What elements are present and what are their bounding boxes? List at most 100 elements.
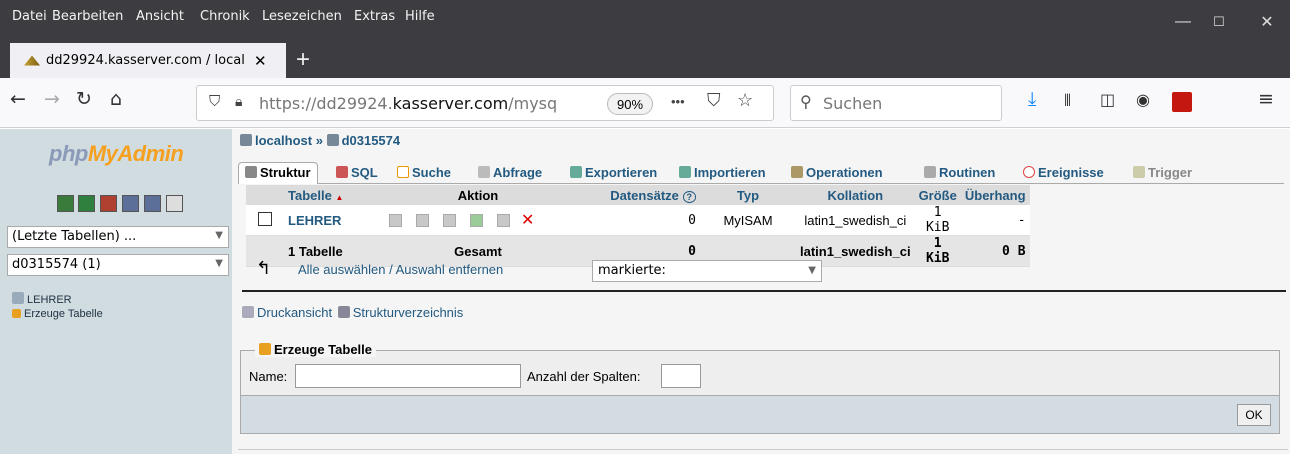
phpmyadmin-logo[interactable]: phpMyAdmin [49,141,184,167]
forward-icon[interactable]: → [44,88,60,110]
help-icon[interactable]: ? [682,190,696,203]
reload-nav-icon[interactable] [166,195,183,212]
lock-icon[interactable]: 🔒︎ [235,93,242,110]
page-links: Druckansicht Strukturverzeichnis [242,305,463,320]
header-aktion: Aktion [378,185,578,205]
tab-abfrage[interactable]: Abfrage [471,162,549,184]
tab-trigger[interactable]: Trigger [1126,162,1199,184]
pma-main-panel: localhost » d0315574 Struktur SQL Suche … [232,129,1290,454]
close-window-button[interactable]: ✕ [1244,0,1290,43]
table-name-field[interactable] [295,364,521,388]
sql-icon [336,166,348,178]
server-icon [240,134,252,146]
columns-count-field[interactable] [661,364,701,388]
close-tab-icon[interactable]: ✕ [254,52,267,70]
account-icon[interactable]: ◉ [1136,90,1150,109]
home-icon[interactable] [57,195,74,212]
breadcrumb-database[interactable]: d0315574 [342,133,401,148]
menu-hilfe[interactable]: Hilfe [405,9,435,24]
tab-suche[interactable]: Suche [390,162,458,184]
search-icon [397,166,409,178]
tree-item-lehrer[interactable]: LEHRER [12,292,72,306]
page-actions-icon[interactable]: ••• [671,94,685,109]
sql-query-icon[interactable] [100,195,117,212]
database-icon [326,134,339,146]
deselect-all-link[interactable]: Auswahl entfernen [396,262,504,277]
search-icon: ⚲ [800,94,812,111]
menu-chronik[interactable]: Chronik [200,9,250,24]
header-ueberhang[interactable]: Überhang [960,185,1030,205]
row-records: 0 [578,205,700,236]
chevron-down-icon: ▼ [215,258,223,269]
nav-bar: ← → ↻ ⌂ ⛉ 🔒︎ https://dd29924.kasserver.c… [0,78,1290,128]
sidebar-icon[interactable]: ◫ [1100,90,1115,109]
header-datensaetze[interactable]: Datensätze ? [578,185,700,205]
breadcrumb-server[interactable]: localhost [255,133,312,148]
table-name-link[interactable]: LEHRER [284,205,378,236]
insert-icon[interactable] [470,213,483,227]
library-icon[interactable]: ⦀ [1064,91,1071,111]
header-checkbox-col [246,185,284,205]
header-groesse[interactable]: Größe [914,185,961,205]
tab-exportieren[interactable]: Exportieren [563,162,664,184]
tab-importieren[interactable]: Importieren [672,162,773,184]
structure-icon [245,166,257,178]
url-bar[interactable]: ⛉ 🔒︎ https://dd29924.kasserver.com/mysq … [196,85,774,121]
pocket-icon[interactable]: ⛉ [707,90,721,111]
row-size[interactable]: 1 KiB [914,205,961,236]
events-icon [1023,166,1035,178]
ok-button[interactable]: OK [1237,404,1271,426]
select-all-link[interactable]: Alle auswählen [298,262,385,277]
back-icon[interactable]: ← [10,88,26,110]
dictionary-icon [337,306,350,318]
menu-datei[interactable]: Datei [12,9,47,24]
browser-tab[interactable]: dd29924.kasserver.com / localh ✕ [10,43,286,78]
shield-icon[interactable]: ⛉ [209,93,220,110]
pma-tabs: Struktur SQL Suche Abfrage Exportieren I… [238,159,1284,184]
menu-extras[interactable]: Extras [354,9,395,24]
bookmark-star-icon[interactable]: ☆ [737,90,753,111]
browse-icon[interactable] [389,213,402,227]
search-icon[interactable] [443,213,456,227]
new-tab-button[interactable]: + [296,46,310,74]
menu-lesezeichen[interactable]: Lesezeichen [262,9,342,24]
header-tabelle[interactable]: Tabelle ▲ [284,185,378,205]
bottom-divider [238,449,1288,450]
drop-icon[interactable]: ✕ [521,212,534,229]
tab-routinen[interactable]: Routinen [917,162,1002,184]
data-dictionary-link[interactable]: Strukturverzeichnis [353,305,464,320]
download-icon[interactable]: ⤓ [1028,88,1036,110]
query-icon [478,166,490,178]
tab-sql[interactable]: SQL [329,162,385,184]
pdf-extension-icon[interactable] [1172,92,1192,112]
tab-ereignisse[interactable]: Ereignisse [1016,162,1111,184]
row-checkbox[interactable] [258,211,272,226]
menu-bar: Datei Bearbeiten Ansicht Chronik Lesezei… [0,0,1290,43]
print-view-link[interactable]: Druckansicht [257,305,332,320]
with-selected-select[interactable]: markierte: ▼ [592,260,822,282]
hamburger-menu-icon[interactable]: ≡ [1258,88,1274,110]
menu-ansicht[interactable]: Ansicht [136,9,184,24]
database-select[interactable]: d0315574 (1) ▼ [7,254,229,276]
header-typ[interactable]: Typ [700,185,796,205]
sort-asc-icon: ▲ [335,192,344,202]
header-kollation[interactable]: Kollation [796,185,915,205]
sql-docs-icon[interactable] [144,195,161,212]
search-input[interactable]: ⚲ Suchen [790,85,1002,121]
tab-struktur[interactable]: Struktur [238,162,318,184]
recent-tables-select[interactable]: (Letzte Tabellen) ... ▼ [7,226,229,248]
home-icon[interactable]: ⌂ [110,88,122,110]
empty-icon[interactable] [497,213,510,227]
docs-icon[interactable] [122,195,139,212]
exit-icon[interactable] [78,195,95,212]
zoom-level[interactable]: 90% [607,93,653,115]
structure-icon[interactable] [416,213,429,227]
tree-item-create-table[interactable]: Erzeuge Tabelle [12,308,103,320]
reload-icon[interactable]: ↻ [76,88,92,110]
tab-operationen[interactable]: Operationen [784,162,890,184]
row-collation: latin1_swedish_ci [796,205,915,236]
maximize-button[interactable]: ☐ [1196,0,1242,43]
row-checkbox-cell [246,205,284,236]
table-header-row: Tabelle ▲ Aktion Datensätze ? Typ Kollat… [246,185,1100,205]
menu-bearbeiten[interactable]: Bearbeiten [52,9,123,24]
